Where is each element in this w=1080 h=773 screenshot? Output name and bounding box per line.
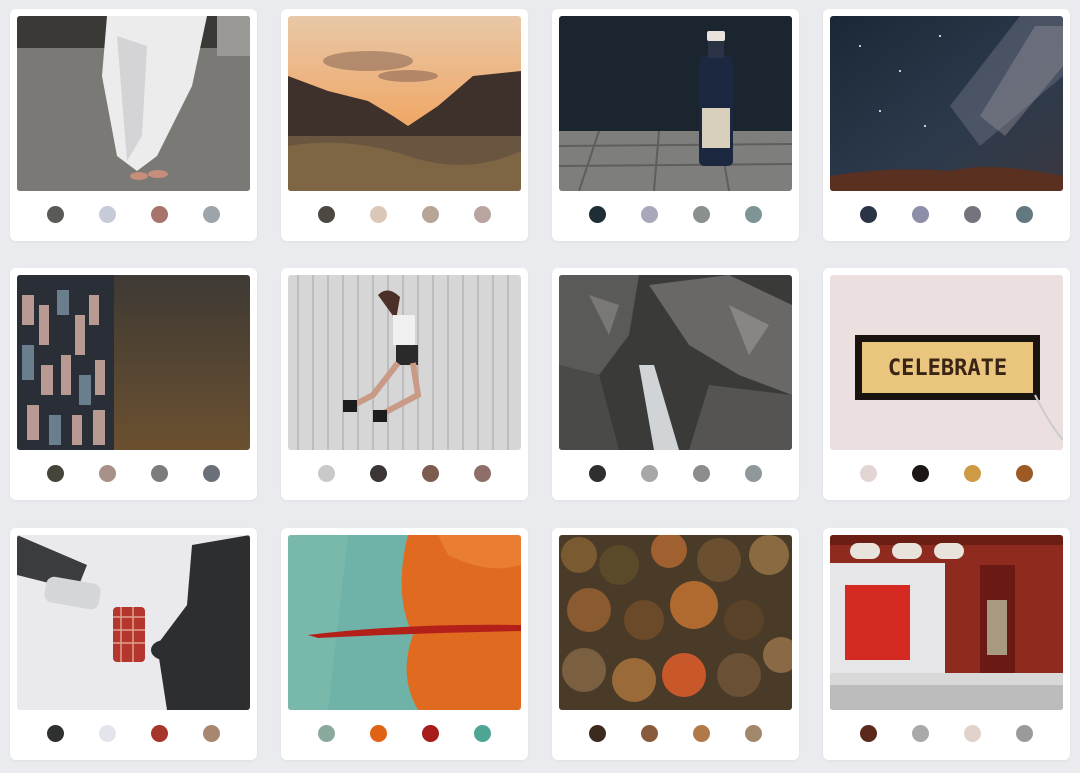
color-swatch[interactable] bbox=[473, 465, 491, 482]
color-swatch[interactable] bbox=[370, 206, 388, 223]
color-swatch[interactable] bbox=[860, 465, 878, 482]
color-swatch[interactable] bbox=[692, 465, 710, 482]
sign-text: CELEBRATE bbox=[888, 356, 1007, 381]
color-swatch[interactable] bbox=[318, 465, 336, 482]
color-palette bbox=[552, 206, 799, 224]
color-swatch[interactable] bbox=[692, 206, 710, 223]
gallery-card[interactable]: CELEBRATE bbox=[823, 268, 1070, 500]
gallery-card[interactable] bbox=[281, 9, 528, 241]
color-palette bbox=[10, 725, 257, 743]
color-swatch[interactable] bbox=[202, 725, 220, 742]
color-swatch[interactable] bbox=[641, 206, 659, 223]
color-palette bbox=[823, 206, 1070, 224]
color-swatch[interactable] bbox=[1015, 725, 1033, 742]
gallery-card[interactable] bbox=[552, 528, 799, 760]
gallery-card[interactable] bbox=[281, 528, 528, 760]
color-swatch[interactable] bbox=[99, 206, 117, 223]
color-swatch[interactable] bbox=[912, 206, 930, 223]
photo-pouring-drink[interactable] bbox=[17, 535, 250, 710]
color-swatch[interactable] bbox=[589, 206, 607, 223]
gallery-card[interactable] bbox=[552, 9, 799, 241]
color-swatch[interactable] bbox=[860, 206, 878, 223]
color-swatch[interactable] bbox=[202, 465, 220, 482]
photo-jumping-woman[interactable] bbox=[288, 275, 521, 450]
color-palette bbox=[10, 465, 257, 483]
photo-building-dusk[interactable] bbox=[17, 275, 250, 450]
color-swatch[interactable] bbox=[421, 725, 439, 742]
color-swatch[interactable] bbox=[641, 725, 659, 742]
photo-gin-bottle[interactable] bbox=[559, 16, 792, 191]
color-swatch[interactable] bbox=[692, 725, 710, 742]
color-swatch[interactable] bbox=[744, 465, 762, 482]
photo-autumn-forest[interactable] bbox=[559, 535, 792, 710]
color-palette bbox=[823, 465, 1070, 483]
color-swatch[interactable] bbox=[150, 725, 168, 742]
color-swatch[interactable] bbox=[150, 465, 168, 482]
color-palette bbox=[10, 206, 257, 224]
color-swatch[interactable] bbox=[912, 725, 930, 742]
gallery-card[interactable] bbox=[10, 268, 257, 500]
gallery-card[interactable] bbox=[10, 9, 257, 241]
photo-waterfall-canyon[interactable] bbox=[559, 275, 792, 450]
color-swatch[interactable] bbox=[860, 725, 878, 742]
gallery-card[interactable] bbox=[281, 268, 528, 500]
photo-celebrate-sign[interactable]: CELEBRATE bbox=[830, 275, 1063, 450]
color-swatch[interactable] bbox=[744, 206, 762, 223]
color-swatch[interactable] bbox=[963, 725, 981, 742]
color-swatch[interactable] bbox=[421, 206, 439, 223]
gallery-card[interactable] bbox=[823, 9, 1070, 241]
color-swatch[interactable] bbox=[589, 725, 607, 742]
color-swatch[interactable] bbox=[744, 725, 762, 742]
color-swatch[interactable] bbox=[47, 725, 65, 742]
photo-milky-way[interactable] bbox=[830, 16, 1063, 191]
color-swatch[interactable] bbox=[318, 206, 336, 223]
color-swatch[interactable] bbox=[1015, 465, 1033, 482]
color-swatch[interactable] bbox=[370, 465, 388, 482]
gallery-card[interactable] bbox=[552, 268, 799, 500]
color-swatch[interactable] bbox=[473, 725, 491, 742]
color-swatch[interactable] bbox=[1015, 206, 1033, 223]
color-swatch[interactable] bbox=[47, 465, 65, 482]
photo-white-robe-feet[interactable] bbox=[17, 16, 250, 191]
color-swatch[interactable] bbox=[963, 206, 981, 223]
color-palette bbox=[281, 465, 528, 483]
color-swatch[interactable] bbox=[370, 725, 388, 742]
color-swatch[interactable] bbox=[473, 206, 491, 223]
color-swatch[interactable] bbox=[99, 465, 117, 482]
color-palette bbox=[823, 725, 1070, 743]
color-swatch[interactable] bbox=[421, 465, 439, 482]
color-palette bbox=[552, 465, 799, 483]
color-swatch[interactable] bbox=[963, 465, 981, 482]
color-swatch[interactable] bbox=[47, 206, 65, 223]
color-palette bbox=[281, 725, 528, 743]
color-palette bbox=[552, 725, 799, 743]
photo-teal-orange-paint[interactable] bbox=[288, 535, 521, 710]
color-swatch[interactable] bbox=[641, 465, 659, 482]
gallery-card[interactable] bbox=[823, 528, 1070, 760]
color-swatch[interactable] bbox=[150, 206, 168, 223]
color-swatch[interactable] bbox=[318, 725, 336, 742]
color-palette bbox=[281, 206, 528, 224]
color-swatch[interactable] bbox=[589, 465, 607, 482]
photo-red-storefront[interactable] bbox=[830, 535, 1063, 710]
color-swatch[interactable] bbox=[99, 725, 117, 742]
gallery-card[interactable] bbox=[10, 528, 257, 760]
color-swatch[interactable] bbox=[202, 206, 220, 223]
color-swatch[interactable] bbox=[912, 465, 930, 482]
photo-mountain-sunset[interactable] bbox=[288, 16, 521, 191]
